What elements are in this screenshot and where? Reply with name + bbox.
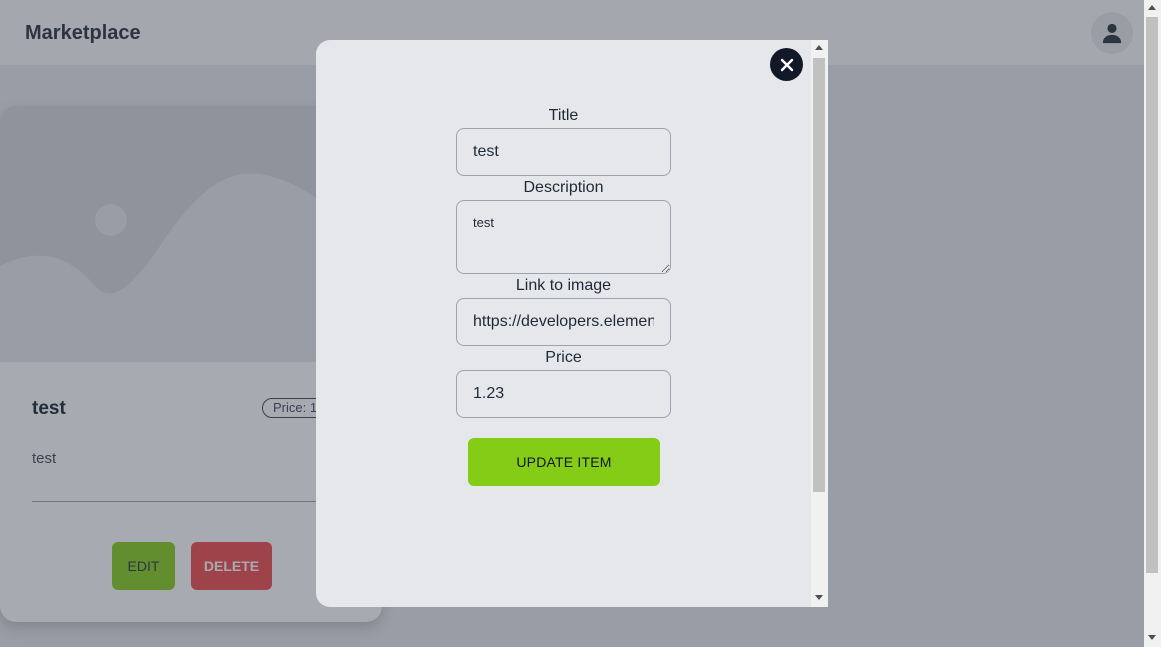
- title-input[interactable]: [456, 128, 671, 176]
- modal-scrollbar[interactable]: [811, 40, 828, 607]
- scroll-down-arrow-icon[interactable]: [1148, 635, 1156, 640]
- title-label: Title: [548, 107, 579, 124]
- price-input[interactable]: [456, 370, 671, 418]
- modal-scroll-up-arrow-icon[interactable]: [815, 45, 823, 50]
- close-icon: [780, 58, 793, 71]
- image-link-label: Link to image: [515, 277, 612, 294]
- page-scrollbar[interactable]: [1144, 0, 1161, 647]
- update-item-button[interactable]: UPDATE ITEM: [468, 438, 660, 486]
- image-link-input[interactable]: [456, 298, 671, 346]
- modal-scroll-down-arrow-icon[interactable]: [815, 595, 823, 600]
- description-label: Description: [523, 179, 604, 196]
- description-textarea[interactable]: test: [456, 200, 671, 274]
- close-modal-button[interactable]: [770, 48, 803, 81]
- edit-item-modal: Title Description test Link to image Pri…: [316, 40, 828, 607]
- page-scrollbar-thumb[interactable]: [1146, 17, 1158, 573]
- scroll-up-arrow-icon[interactable]: [1148, 5, 1156, 10]
- price-label: Price: [545, 349, 582, 366]
- modal-scrollbar-thumb[interactable]: [813, 58, 825, 492]
